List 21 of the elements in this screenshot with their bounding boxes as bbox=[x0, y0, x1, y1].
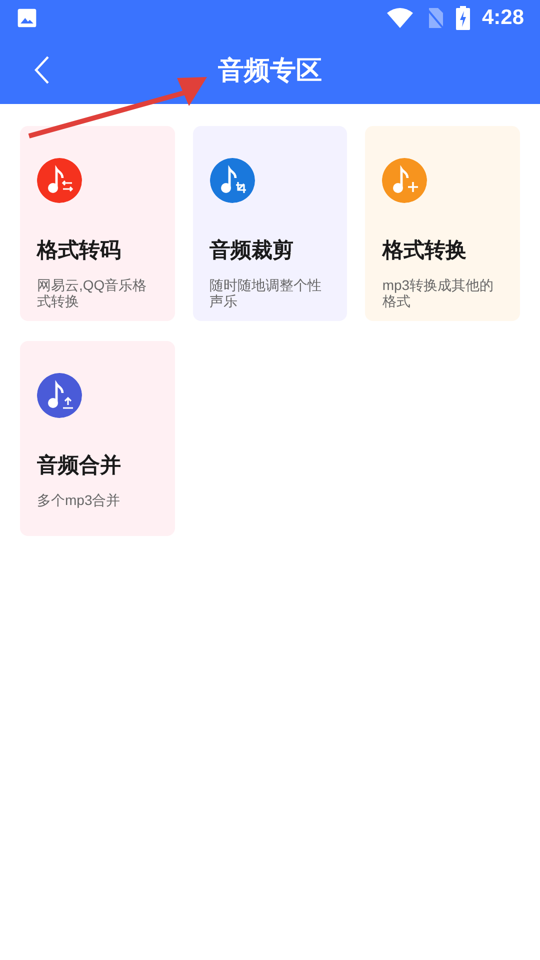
tool-description: 随时随地调整个性声乐 bbox=[210, 276, 323, 308]
tool-title: 格式转换 bbox=[382, 238, 468, 264]
tool-card[interactable]: 音频裁剪 随时随地调整个性声乐 bbox=[192, 126, 348, 321]
tool-title: 音频合并 bbox=[37, 452, 122, 479]
image-icon bbox=[16, 7, 38, 29]
music-note-icon bbox=[382, 158, 428, 203]
status-time: 4:28 bbox=[482, 5, 524, 32]
music-note-icon bbox=[210, 158, 255, 203]
tool-description: 多个mp3合并 bbox=[37, 492, 122, 508]
music-note-icon bbox=[37, 158, 82, 203]
wifi-icon bbox=[386, 7, 414, 29]
tool-card[interactable]: 格式转码 网易云,QQ音乐格式转换 bbox=[20, 126, 175, 321]
tool-title: 格式转码 bbox=[37, 238, 122, 264]
tool-card[interactable]: 格式转换 mp3转换成其他的格式 bbox=[365, 126, 520, 321]
music-note-icon bbox=[37, 373, 82, 418]
battery-charging-icon bbox=[456, 6, 470, 30]
page-title: 音频专区 bbox=[218, 54, 322, 86]
tool-description: mp3转换成其他的格式 bbox=[382, 276, 495, 308]
tool-card[interactable]: 音频合并 多个mp3合并 bbox=[20, 341, 175, 536]
tool-title: 音频裁剪 bbox=[210, 238, 295, 264]
tool-description: 网易云,QQ音乐格式转换 bbox=[37, 276, 148, 308]
